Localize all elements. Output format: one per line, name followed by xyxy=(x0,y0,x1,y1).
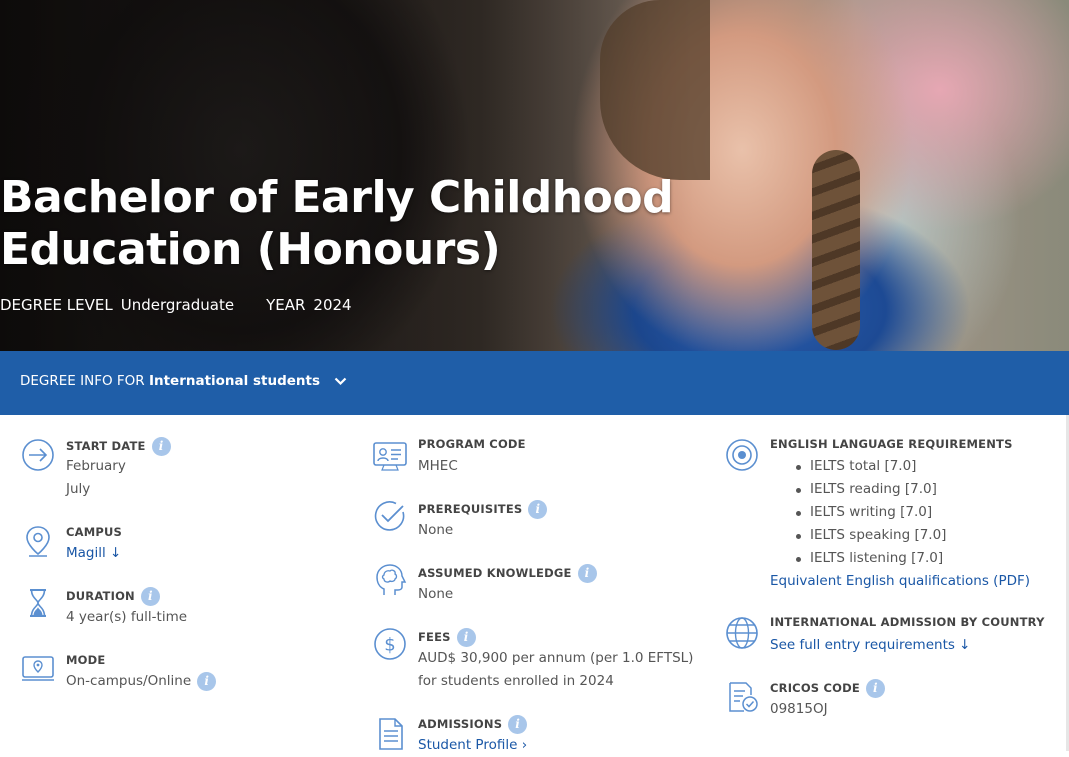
title-line-1: Bachelor of Early Childhood xyxy=(0,172,674,223)
location-pin-icon xyxy=(26,526,50,557)
page-title: Bachelor of Early Childhood Education (H… xyxy=(0,172,700,276)
student-profile-link[interactable]: Student Profile › xyxy=(418,734,527,757)
cricos-item: CRICOS CODE i 09815OJ xyxy=(724,677,1064,737)
fees-title: FEES i xyxy=(418,628,476,647)
brain-head-icon xyxy=(376,564,407,595)
degree-level-label: DEGREE LEVEL xyxy=(0,296,113,314)
target-icon xyxy=(726,439,758,471)
degree-details: START DATE i February July CAMPUS Magill … xyxy=(0,415,1069,753)
assumed-knowledge-value: None xyxy=(418,586,454,602)
cricos-title: CRICOS CODE i xyxy=(770,679,885,698)
degree-info-bar: DEGREE INFO FOR International students xyxy=(0,351,1069,415)
mode-title: MODE xyxy=(66,653,106,667)
info-icon[interactable]: i xyxy=(197,671,217,691)
document-icon xyxy=(379,718,403,750)
info-icon[interactable]: i xyxy=(577,564,597,583)
admissions-title: ADMISSIONS i xyxy=(418,715,528,734)
cricos-value: 09815OJ xyxy=(770,701,828,717)
info-icon[interactable]: i xyxy=(508,715,528,734)
mode-item: MODE On-campus/Online i xyxy=(20,651,350,711)
info-icon[interactable]: i xyxy=(151,437,171,456)
program-code-value: MHEC xyxy=(418,458,458,474)
year-label: YEAR xyxy=(266,296,306,314)
fees-value-line-2: for students enrolled in 2024 xyxy=(418,673,614,689)
list-item: IELTS total [7.0] xyxy=(795,455,946,478)
svg-text:$: $ xyxy=(384,635,395,656)
id-card-icon xyxy=(373,442,407,471)
assumed-knowledge-item: ASSUMED KNOWLEDGE i None xyxy=(372,562,702,622)
dollar-circle-icon: $ xyxy=(374,628,406,660)
prerequisites-value: None xyxy=(418,522,454,538)
list-item: IELTS speaking [7.0] xyxy=(795,524,946,547)
check-circle-icon xyxy=(374,501,405,531)
fees-value-line-1: AUD$ 30,900 per annum (per 1.0 EFTSL) xyxy=(418,650,694,666)
english-qualifications-link[interactable]: Equivalent English qualifications (PDF) xyxy=(770,570,1030,593)
english-requirements-title: ENGLISH LANGUAGE REQUIREMENTS xyxy=(770,437,1013,451)
info-icon[interactable]: i xyxy=(865,679,885,698)
admission-by-country-item: INTERNATIONAL ADMISSION BY COUNTRY See f… xyxy=(724,613,1064,673)
hourglass-icon xyxy=(30,589,46,617)
audience-prefix: DEGREE INFO FOR xyxy=(20,373,145,389)
monitor-location-icon xyxy=(22,656,54,681)
globe-icon xyxy=(726,617,758,649)
list-item: IELTS writing [7.0] xyxy=(795,501,946,524)
audience-selector[interactable]: DEGREE INFO FOR International students xyxy=(20,373,347,389)
campus-link[interactable]: Magill ↓ xyxy=(66,542,121,565)
campus-title: CAMPUS xyxy=(66,525,123,539)
degree-meta: DEGREE LEVEL Undergraduate YEAR 2024 xyxy=(0,296,352,314)
entry-requirements-link[interactable]: See full entry requirements ↓ xyxy=(770,634,971,657)
start-date-item: START DATE i February July xyxy=(20,435,350,525)
info-icon[interactable]: i xyxy=(456,628,476,647)
arrow-circle-icon xyxy=(22,439,54,471)
info-icon[interactable]: i xyxy=(140,587,160,606)
prerequisites-item: PREREQUISITES i None xyxy=(372,498,702,558)
campus-item: CAMPUS Magill ↓ xyxy=(20,523,350,583)
mode-value: On-campus/Online i xyxy=(66,670,217,693)
prerequisites-title: PREREQUISITES i xyxy=(418,500,548,519)
title-line-2: Education (Honours) xyxy=(0,224,501,275)
year-value: 2024 xyxy=(313,296,352,314)
assumed-knowledge-title: ASSUMED KNOWLEDGE i xyxy=(418,564,597,583)
list-item: IELTS reading [7.0] xyxy=(795,478,946,501)
admissions-item: ADMISSIONS i Student Profile › xyxy=(372,713,702,753)
duration-item: DURATION i 4 year(s) full-time xyxy=(20,585,350,645)
duration-title: DURATION i xyxy=(66,587,160,606)
admission-by-country-title: INTERNATIONAL ADMISSION BY COUNTRY xyxy=(770,615,1045,629)
fees-item: $ FEES i AUD$ 30,900 per annum (per 1.0 E… xyxy=(372,626,702,706)
info-icon[interactable]: i xyxy=(528,500,548,519)
duration-value: 4 year(s) full-time xyxy=(66,609,188,625)
program-code-item: PROGRAM CODE MHEC xyxy=(372,435,702,495)
program-code-title: PROGRAM CODE xyxy=(418,437,526,451)
start-date-value-2: July xyxy=(66,481,91,497)
degree-level-value: Undergraduate xyxy=(120,296,235,314)
hero-banner: Bachelor of Early Childhood Education (H… xyxy=(0,0,1069,351)
ielts-list: IELTS total [7.0] IELTS reading [7.0] IE… xyxy=(795,455,946,570)
document-check-icon xyxy=(729,682,758,712)
list-item: IELTS listening [7.0] xyxy=(795,547,946,570)
chevron-down-icon xyxy=(335,377,347,385)
audience-value: International students xyxy=(148,373,320,389)
start-date-title: START DATE i xyxy=(66,437,171,456)
start-date-value-1: February xyxy=(66,458,126,474)
